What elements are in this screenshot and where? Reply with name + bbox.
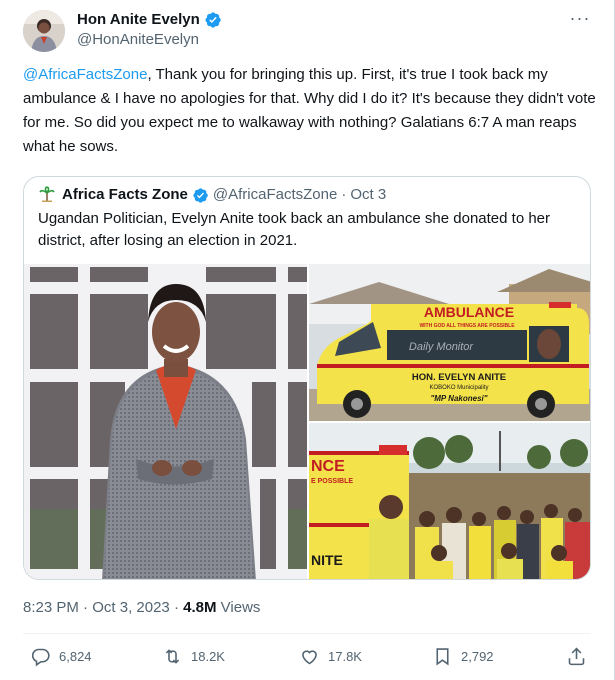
quoted-date[interactable]: Oct 3 (350, 186, 386, 204)
cropped-slogan-text: E POSSIBLE (311, 478, 353, 485)
watermark-text: Daily Monitor (409, 341, 475, 353)
share-button[interactable] (566, 646, 587, 667)
verified-badge-icon (205, 12, 221, 28)
divider (23, 633, 591, 634)
quoted-media-grid: AMBULANCE WITH GOD ALL THINGS ARE POSSIB… (24, 264, 590, 579)
tweet-text: @AfricaFactsZone, Thank you for bringing… (23, 63, 598, 159)
author-handle[interactable]: @HonAniteEvelyn (77, 31, 199, 49)
tweet-meta: 8:23 PM · Oct 3, 2023 · 4.8M Views (23, 598, 260, 618)
tweet-time[interactable]: 8:23 PM (23, 599, 79, 616)
author-avatar[interactable] (23, 10, 65, 52)
views-count: 4.8M (183, 599, 217, 616)
photo-crowd-at-ambulance[interactable]: NCE E POSSIBLE NITE (309, 423, 590, 579)
ambulance-municipality-text: KOBOKO Municipality (429, 385, 488, 391)
reply-count: 6,824 (59, 648, 92, 664)
meta-separator-2: · (173, 599, 179, 616)
views-label: Views (220, 599, 261, 616)
bookmark-count: 2,792 (461, 648, 494, 664)
author-display-name[interactable]: Hon Anite Evelyn (77, 11, 200, 29)
photo-ambulance-van[interactable]: AMBULANCE WITH GOD ALL THINGS ARE POSSIB… (309, 264, 590, 421)
quoted-handle[interactable]: @AfricaFactsZone (213, 186, 337, 204)
mention-link[interactable]: @AfricaFactsZone (23, 66, 147, 83)
retweet-count: 18.2K (191, 648, 225, 664)
retweet-button[interactable]: 18.2K (162, 646, 225, 667)
quoted-tweet-card[interactable]: Africa Facts Zone @AfricaFactsZone · Oct… (23, 176, 591, 580)
bookmark-icon (436, 648, 449, 666)
quoted-separator: · (341, 186, 347, 203)
cropped-banner-text: NCE (311, 458, 345, 475)
quoted-text: Ugandan Politician, Evelyn Anite took ba… (38, 210, 551, 249)
palm-tree-avatar-icon (38, 186, 56, 204)
ambulance-nickname-text: "MP Nakonesi" (430, 394, 487, 403)
ambulance-banner-text: AMBULANCE (424, 304, 514, 320)
reply-icon (31, 648, 50, 667)
ellipsis-icon[interactable]: ··· (567, 9, 593, 30)
like-count: 17.8K (328, 648, 362, 664)
retweet-icon (165, 649, 180, 664)
reply-button[interactable]: 6,824 (30, 646, 92, 667)
like-button[interactable]: 17.8K (299, 646, 362, 667)
verified-badge-icon (193, 187, 208, 203)
photo-woman-grey-blazer[interactable] (24, 264, 307, 579)
share-icon (568, 647, 585, 666)
quoted-display-name[interactable]: Africa Facts Zone (62, 186, 188, 204)
cropped-side-text: NITE (311, 552, 343, 568)
meta-separator: · (83, 599, 89, 616)
ambulance-owner-text: HON. EVELYN ANITE (412, 372, 506, 383)
heart-icon (302, 650, 317, 665)
profile-photo-icon (23, 10, 65, 52)
ambulance-slogan-text: WITH GOD ALL THINGS ARE POSSIBLE (419, 323, 515, 329)
tweet-container: Hon Anite Evelyn @HonAniteEvelyn ··· @Af… (0, 0, 615, 680)
bookmark-button[interactable]: 2,792 (432, 646, 494, 667)
tweet-date[interactable]: Oct 3, 2023 (92, 599, 170, 616)
